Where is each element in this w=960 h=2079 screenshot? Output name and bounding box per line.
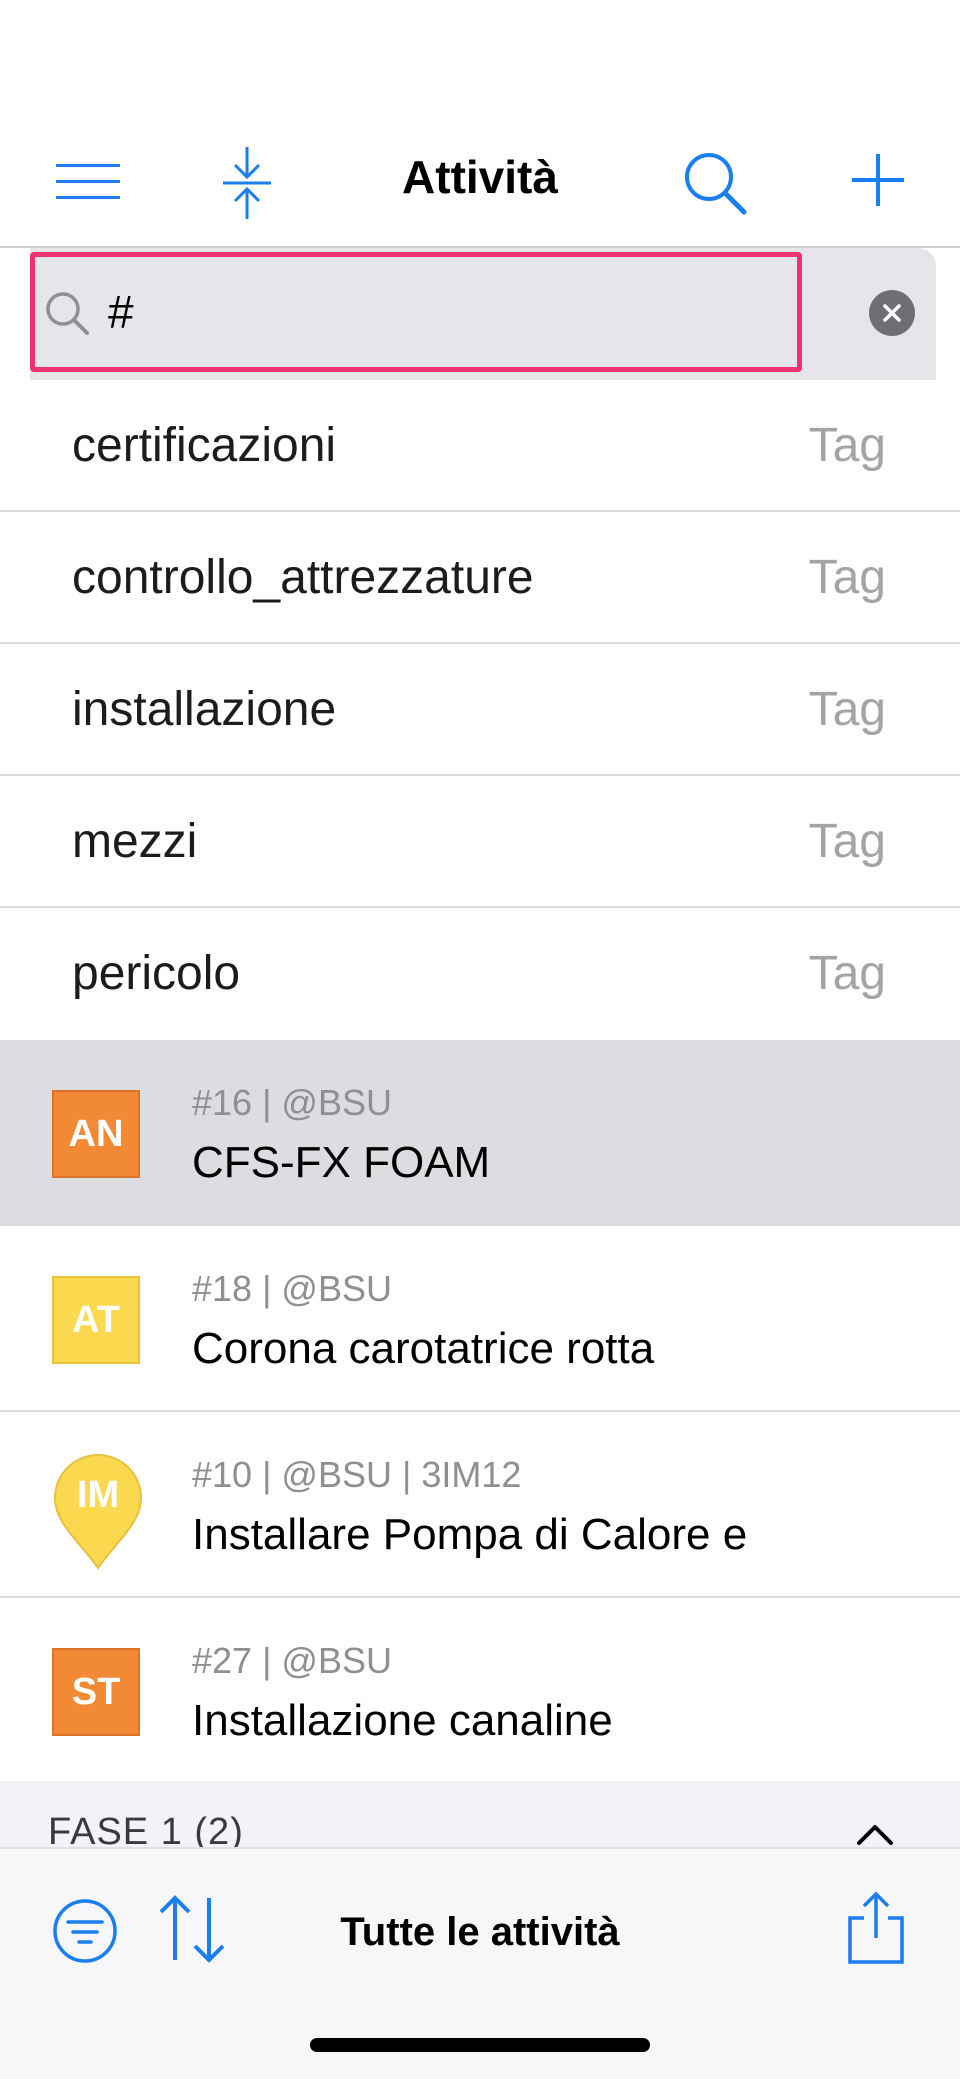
task-avatar-pin: IM [52,1452,144,1572]
avatar-initials: IM [76,1474,120,1516]
clear-x-icon [883,304,901,322]
page-title: Attività [402,151,558,203]
share-button[interactable] [846,1890,906,1966]
chevron-up-icon[interactable] [855,1823,895,1847]
task-meta: #16 | @BSU [192,1082,392,1123]
avatar-initials: AT [72,1298,120,1341]
tag-suggestion-row[interactable]: controllo_attrezzature Tag [0,512,960,644]
avatar-initials: AN [68,1112,124,1155]
tag-name: mezzi [72,815,198,868]
magnifier-icon [685,153,747,215]
search-bar [0,248,960,380]
task-avatar: AT [52,1276,140,1364]
tag-name: certificazioni [72,419,337,472]
section-header[interactable]: FASE 1 (2) [0,1781,960,1853]
task-row[interactable]: IM #10 | @BSU | 3IM12 Installare Pompa d… [0,1412,960,1598]
tag-kind-label: Tag [808,551,886,604]
tag-suggestion-row[interactable]: installazione Tag [0,644,960,776]
sort-arrows-icon [159,1895,225,1963]
task-row[interactable]: ST #27 | @BSU Installazione canaline [0,1598,960,1784]
task-row[interactable]: AT #18 | @BSU Corona carotatrice rotta [0,1226,960,1412]
tag-kind-label: Tag [808,947,886,1000]
task-title: Installare Pompa di Calore e [192,1510,748,1559]
task-avatar: AN [52,1090,140,1178]
hamburger-menu-icon [56,164,120,199]
tag-kind-label: Tag [808,419,886,472]
tag-suggestion-row[interactable]: mezzi Tag [0,776,960,908]
magnifier-icon [44,290,90,341]
tag-name: controllo_attrezzature [72,551,534,604]
collapse-arrows-icon [223,147,271,219]
avatar-initials: ST [71,1670,121,1713]
task-meta: #27 | @BSU [192,1640,392,1681]
search-query[interactable]: # [108,285,134,339]
add-button[interactable] [846,148,910,212]
sort-button[interactable] [156,1893,228,1965]
task-row[interactable]: AN #16 | @BSU CFS-FX FOAM [0,1040,960,1226]
search-button[interactable] [678,146,752,220]
tag-kind-label: Tag [808,683,886,736]
home-indicator [310,2038,650,2052]
filter-icon [53,1899,117,1963]
tag-suggestion-row[interactable]: certificazioni Tag [0,380,960,512]
task-meta: #18 | @BSU [192,1268,392,1309]
toolbar-title: Tutte le attività [340,1910,620,1954]
task-meta: #10 | @BSU | 3IM12 [192,1454,522,1495]
filter-button[interactable] [50,1896,120,1966]
task-title: Corona carotatrice rotta [192,1324,655,1373]
tag-kind-label: Tag [808,815,886,868]
collapse-button[interactable] [215,144,279,222]
tag-name: pericolo [72,947,241,1000]
plus-icon [852,154,904,206]
nav-bar: Attività [0,0,960,248]
share-icon [848,1891,904,1964]
tag-suggestion-row[interactable]: pericolo Tag [0,908,960,1040]
clear-search-button[interactable] [869,290,915,336]
menu-button[interactable] [48,150,128,214]
task-title: CFS-FX FOAM [192,1138,491,1187]
task-avatar: ST [52,1648,140,1736]
search-highlight-box [30,252,802,372]
task-title: Installazione canaline [192,1696,613,1745]
tag-name: installazione [72,683,337,736]
